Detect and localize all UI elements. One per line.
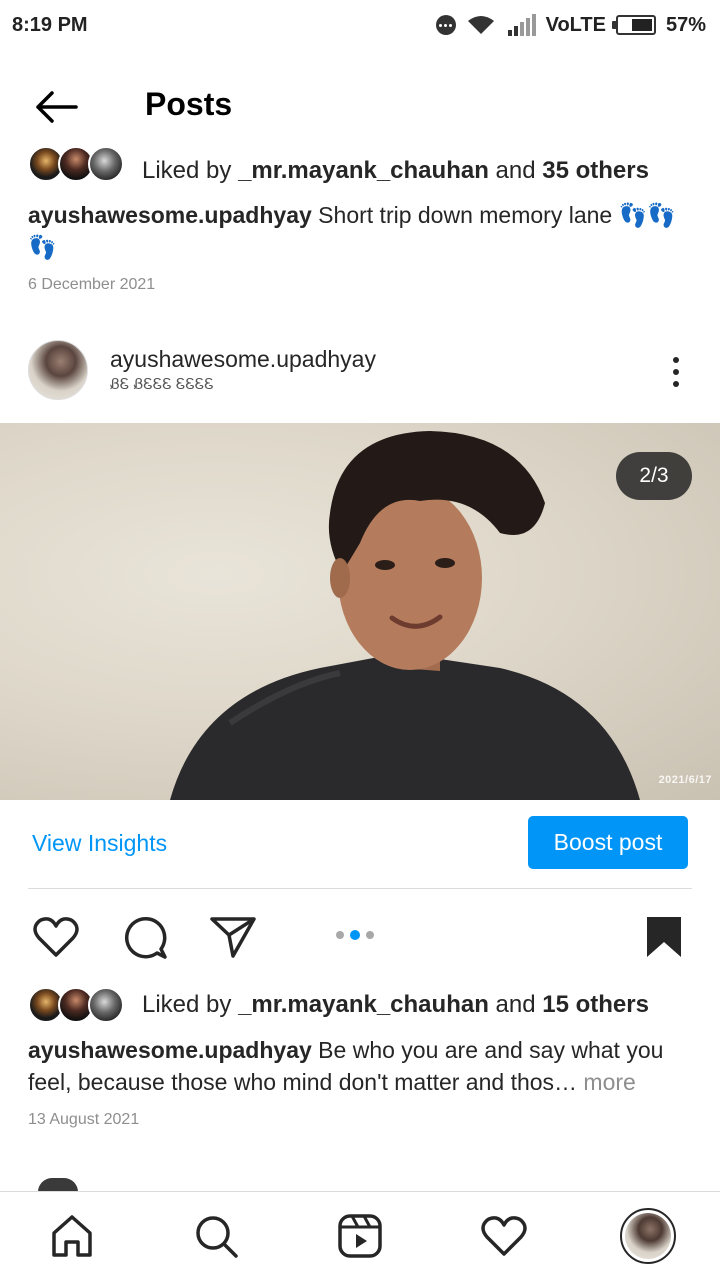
post-date: 13 August 2021 bbox=[28, 1111, 140, 1128]
carousel-indicator bbox=[336, 930, 374, 940]
status-bar: 8:19 PM VoLTE 57% bbox=[0, 0, 720, 50]
carousel-dot bbox=[336, 931, 344, 939]
post-subtitle: ᏰᏋ ᏰᏋᏋᏋ ᏋᏋᏋᏋ bbox=[110, 376, 214, 393]
status-icons: VoLTE 57% bbox=[435, 13, 706, 37]
profile-avatar bbox=[620, 1208, 676, 1264]
prev-likes-row[interactable]: Liked by _mr.mayank_chauhan and 35 other… bbox=[28, 146, 708, 191]
home-icon bbox=[52, 1215, 92, 1257]
nav-home[interactable] bbox=[42, 1206, 102, 1266]
more-icon bbox=[435, 15, 456, 35]
avatar bbox=[88, 146, 124, 182]
liker-avatars bbox=[28, 985, 134, 1025]
heart-icon bbox=[481, 1216, 527, 1256]
post-caption: ayushawesome.upadhyay Be who you are and… bbox=[28, 1034, 692, 1098]
likes-user[interactable]: _mr.mayank_chauhan bbox=[238, 157, 489, 185]
avatar bbox=[88, 987, 124, 1023]
likes-prefix: Liked by bbox=[142, 991, 239, 1018]
more-options-button[interactable] bbox=[660, 352, 692, 392]
status-time: 8:19 PM bbox=[12, 13, 88, 36]
carousel-dot bbox=[366, 931, 374, 939]
nav-profile[interactable] bbox=[618, 1206, 678, 1266]
share-button[interactable] bbox=[208, 912, 258, 962]
like-button[interactable] bbox=[31, 912, 81, 962]
likes-prefix: Liked by bbox=[142, 157, 239, 184]
battery-icon bbox=[611, 15, 656, 35]
heart-icon bbox=[33, 917, 79, 957]
post-image[interactable]: 2/3 2021/6/17 bbox=[0, 423, 720, 800]
likes-user[interactable]: _mr.mayank_chauhan bbox=[238, 991, 489, 1019]
battery-label: 57% bbox=[665, 13, 706, 36]
caption-username[interactable]: ayushawesome.upadhyay bbox=[28, 202, 312, 228]
wifi-icon bbox=[467, 16, 494, 34]
bottom-nav bbox=[0, 1192, 720, 1280]
divider bbox=[28, 888, 692, 889]
bookmark-icon bbox=[647, 917, 681, 957]
likes-and: and bbox=[488, 991, 543, 1018]
carousel-dot-active bbox=[350, 930, 360, 940]
liker-avatars bbox=[28, 144, 134, 184]
more-link[interactable]: more bbox=[577, 1069, 635, 1095]
comment-button[interactable] bbox=[120, 912, 170, 962]
likes-others[interactable]: 15 others bbox=[542, 991, 649, 1019]
likes-row[interactable]: Liked by _mr.mayank_chauhan and 15 other… bbox=[28, 985, 708, 1025]
likes-and: and bbox=[488, 157, 543, 184]
comment-icon bbox=[124, 916, 167, 959]
reels-icon bbox=[338, 1214, 382, 1258]
avatar[interactable] bbox=[28, 340, 88, 400]
next-post-avatar bbox=[38, 1178, 78, 1192]
caption-username[interactable]: ayushawesome.upadhyay bbox=[28, 1037, 312, 1063]
page-title: Posts bbox=[145, 86, 233, 122]
search-icon bbox=[196, 1216, 238, 1258]
prev-post-date: 6 December 2021 bbox=[28, 276, 156, 293]
share-icon bbox=[210, 917, 256, 958]
prev-caption: ayushawesome.upadhyay Short trip down me… bbox=[28, 199, 692, 263]
save-button[interactable] bbox=[639, 912, 689, 962]
network-label: VoLTE bbox=[545, 13, 606, 36]
app-header: Posts bbox=[0, 68, 720, 148]
arrow-left-icon bbox=[36, 91, 78, 123]
post-actions bbox=[0, 906, 720, 966]
nav-reels[interactable] bbox=[330, 1206, 390, 1266]
post-header: ayushawesome.upadhyay ᏰᏋ ᏰᏋᏋᏋ ᏋᏋᏋᏋ bbox=[0, 336, 720, 408]
post-username[interactable]: ayushawesome.upadhyay bbox=[110, 346, 376, 373]
nav-search[interactable] bbox=[186, 1206, 246, 1266]
signal-icon bbox=[507, 14, 536, 36]
view-insights-link[interactable]: View Insights bbox=[32, 830, 167, 857]
post-photo bbox=[170, 431, 640, 800]
caption-ellipsis: … bbox=[554, 1069, 578, 1095]
photo-date-stamp: 2021/6/17 bbox=[658, 774, 712, 786]
nav-activity[interactable] bbox=[474, 1206, 534, 1266]
media-counter-badge: 2/3 bbox=[616, 452, 692, 500]
boost-post-button[interactable]: Boost post bbox=[528, 816, 688, 869]
likes-others[interactable]: 35 others bbox=[542, 157, 649, 185]
back-button[interactable] bbox=[26, 82, 86, 132]
